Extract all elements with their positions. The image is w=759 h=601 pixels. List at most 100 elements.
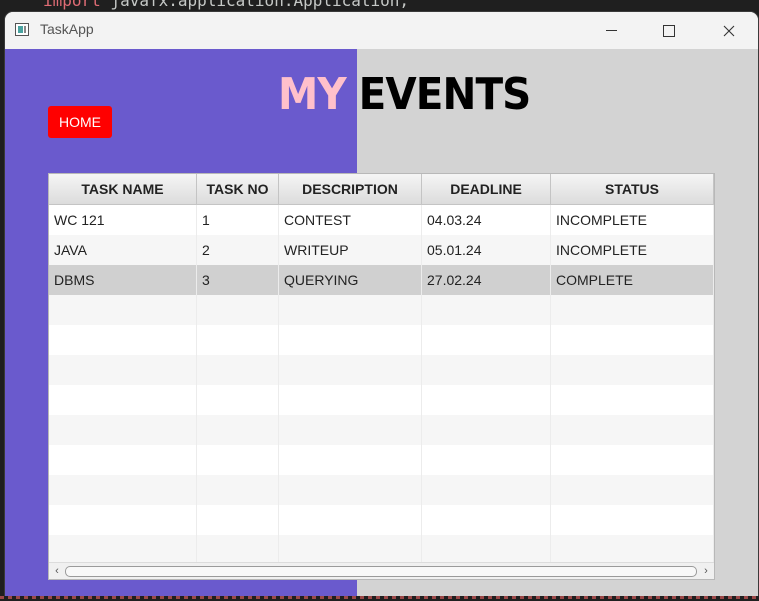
empty-table-row[interactable] bbox=[49, 415, 714, 445]
cell-deadline bbox=[422, 505, 551, 535]
cell-task-no: 3 bbox=[197, 265, 279, 295]
cell-task-name bbox=[49, 325, 197, 355]
cell-task-no bbox=[197, 325, 279, 355]
cell-task-name bbox=[49, 535, 197, 565]
maximize-icon bbox=[663, 24, 675, 37]
error-squiggle bbox=[0, 596, 759, 599]
maximize-button[interactable] bbox=[640, 12, 698, 49]
empty-table-row[interactable] bbox=[49, 355, 714, 385]
cell-description bbox=[279, 295, 422, 325]
cell-deadline bbox=[422, 355, 551, 385]
empty-table-row[interactable] bbox=[49, 535, 714, 565]
empty-table-row[interactable] bbox=[49, 385, 714, 415]
cell-deadline bbox=[422, 475, 551, 505]
cell-task-no bbox=[197, 385, 279, 415]
cell-task-name: JAVA bbox=[49, 235, 197, 265]
cell-deadline: 27.02.24 bbox=[422, 265, 551, 295]
cell-task-no bbox=[197, 415, 279, 445]
cell-status bbox=[551, 505, 714, 535]
minimize-button[interactable] bbox=[582, 12, 640, 49]
empty-table-row[interactable] bbox=[49, 475, 714, 505]
cell-description bbox=[279, 385, 422, 415]
title-events: EVENTS bbox=[358, 69, 532, 120]
table-header: TASK NAME TASK NO DESCRIPTION DEADLINE S… bbox=[49, 174, 714, 205]
column-header-description[interactable]: DESCRIPTION bbox=[279, 174, 422, 204]
close-icon bbox=[723, 25, 735, 36]
cell-status bbox=[551, 445, 714, 475]
cell-deadline bbox=[422, 445, 551, 475]
cell-status: INCOMPLETE bbox=[551, 235, 714, 265]
cell-task-name: DBMS bbox=[49, 265, 197, 295]
table-row[interactable]: DBMS 3 QUERYING 27.02.24 COMPLETE bbox=[49, 265, 714, 295]
cell-description: CONTEST bbox=[279, 205, 422, 235]
cell-task-name bbox=[49, 295, 197, 325]
title-my: MY bbox=[278, 69, 347, 120]
horizontal-scrollbar[interactable]: ‹ › bbox=[49, 562, 714, 579]
cell-description: WRITEUP bbox=[279, 235, 422, 265]
cell-deadline: 05.01.24 bbox=[422, 235, 551, 265]
cell-task-name bbox=[49, 445, 197, 475]
cell-task-no: 2 bbox=[197, 235, 279, 265]
home-button[interactable]: HOME bbox=[48, 106, 112, 138]
app-window: TaskApp MY EVENTS HOME TASK NAME TASK NO … bbox=[5, 12, 758, 597]
table-row[interactable]: JAVA 2 WRITEUP 05.01.24 INCOMPLETE bbox=[49, 235, 714, 265]
table-body: WC 121 1 CONTEST 04.03.24 INCOMPLETE JAVA 2 WRI… bbox=[49, 205, 714, 565]
cell-task-name bbox=[49, 355, 197, 385]
column-header-task-no[interactable]: TASK NO bbox=[197, 174, 279, 204]
events-table[interactable]: TASK NAME TASK NO DESCRIPTION DEADLINE S… bbox=[48, 173, 715, 580]
cell-task-no bbox=[197, 295, 279, 325]
code-line: import javafx.application.Application; bbox=[43, 0, 409, 10]
title-bar[interactable]: TaskApp bbox=[5, 12, 758, 49]
cell-deadline bbox=[422, 535, 551, 565]
cell-description: QUERYING bbox=[279, 265, 422, 295]
cell-status bbox=[551, 355, 714, 385]
app-window-icon bbox=[15, 23, 29, 36]
empty-table-row[interactable] bbox=[49, 295, 714, 325]
cell-task-no bbox=[197, 475, 279, 505]
main-content: MY EVENTS HOME TASK NAME TASK NO DESCRIPT… bbox=[5, 49, 758, 597]
cell-task-no bbox=[197, 535, 279, 565]
cell-description bbox=[279, 475, 422, 505]
cell-status: INCOMPLETE bbox=[551, 205, 714, 235]
cell-status bbox=[551, 415, 714, 445]
empty-table-row[interactable] bbox=[49, 505, 714, 535]
cell-task-name bbox=[49, 385, 197, 415]
code-keyword: import bbox=[43, 0, 101, 10]
cell-status bbox=[551, 325, 714, 355]
close-button[interactable] bbox=[700, 12, 758, 49]
cell-deadline bbox=[422, 325, 551, 355]
cell-description bbox=[279, 325, 422, 355]
cell-description bbox=[279, 505, 422, 535]
scrollbar-thumb[interactable] bbox=[65, 566, 697, 577]
minimize-icon bbox=[605, 30, 617, 31]
empty-table-row[interactable] bbox=[49, 445, 714, 475]
cell-task-no bbox=[197, 355, 279, 385]
column-header-status[interactable]: STATUS bbox=[551, 174, 714, 204]
code-text: javafx.application.Application; bbox=[100, 0, 410, 10]
cell-description bbox=[279, 355, 422, 385]
cell-task-no: 1 bbox=[197, 205, 279, 235]
cell-description bbox=[279, 445, 422, 475]
code-editor-bottom bbox=[0, 596, 759, 601]
cell-task-no bbox=[197, 445, 279, 475]
cell-task-no bbox=[197, 505, 279, 535]
chevron-right-icon[interactable]: › bbox=[699, 563, 713, 579]
table-row[interactable]: WC 121 1 CONTEST 04.03.24 INCOMPLETE bbox=[49, 205, 714, 235]
cell-task-name: WC 121 bbox=[49, 205, 197, 235]
window-title: TaskApp bbox=[40, 21, 94, 37]
column-header-deadline[interactable]: DEADLINE bbox=[422, 174, 551, 204]
cell-status bbox=[551, 475, 714, 505]
cell-status bbox=[551, 535, 714, 565]
cell-task-name bbox=[49, 415, 197, 445]
cell-task-name bbox=[49, 475, 197, 505]
column-header-task-name[interactable]: TASK NAME bbox=[49, 174, 197, 204]
code-editor-background: import javafx.application.Application; bbox=[0, 0, 759, 12]
cell-status bbox=[551, 385, 714, 415]
cell-status bbox=[551, 295, 714, 325]
chevron-left-icon[interactable]: ‹ bbox=[50, 563, 64, 579]
cell-status: COMPLETE bbox=[551, 265, 714, 295]
cell-deadline bbox=[422, 385, 551, 415]
cell-deadline bbox=[422, 295, 551, 325]
cell-deadline: 04.03.24 bbox=[422, 205, 551, 235]
empty-table-row[interactable] bbox=[49, 325, 714, 355]
